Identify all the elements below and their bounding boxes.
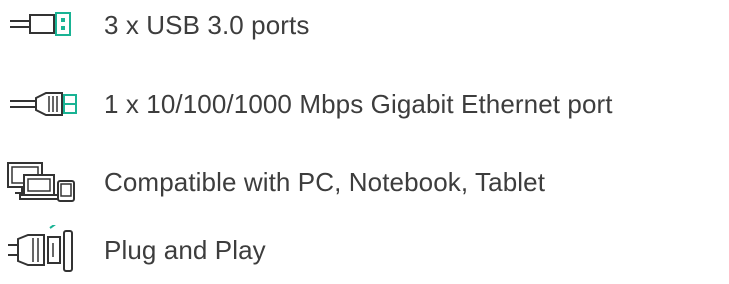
feature-label: 3 x USB 3.0 ports [104,10,310,40]
feature-item-plug-and-play: Plug and Play [0,225,729,275]
ethernet-plug-icon [0,79,100,129]
feature-item-usb: 3 x USB 3.0 ports [0,0,729,50]
plug-and-play-icon [0,225,100,275]
feature-label: Compatible with PC, Notebook, Tablet [104,167,546,197]
devices-icon [0,157,100,207]
feature-item-ethernet: 1 x 10/100/1000 Mbps Gigabit Ethernet po… [0,79,729,129]
usb-plug-icon [0,0,100,50]
feature-label: 1 x 10/100/1000 Mbps Gigabit Ethernet po… [104,89,613,119]
feature-item-compatibility: Compatible with PC, Notebook, Tablet [0,157,729,207]
feature-label: Plug and Play [104,235,266,265]
